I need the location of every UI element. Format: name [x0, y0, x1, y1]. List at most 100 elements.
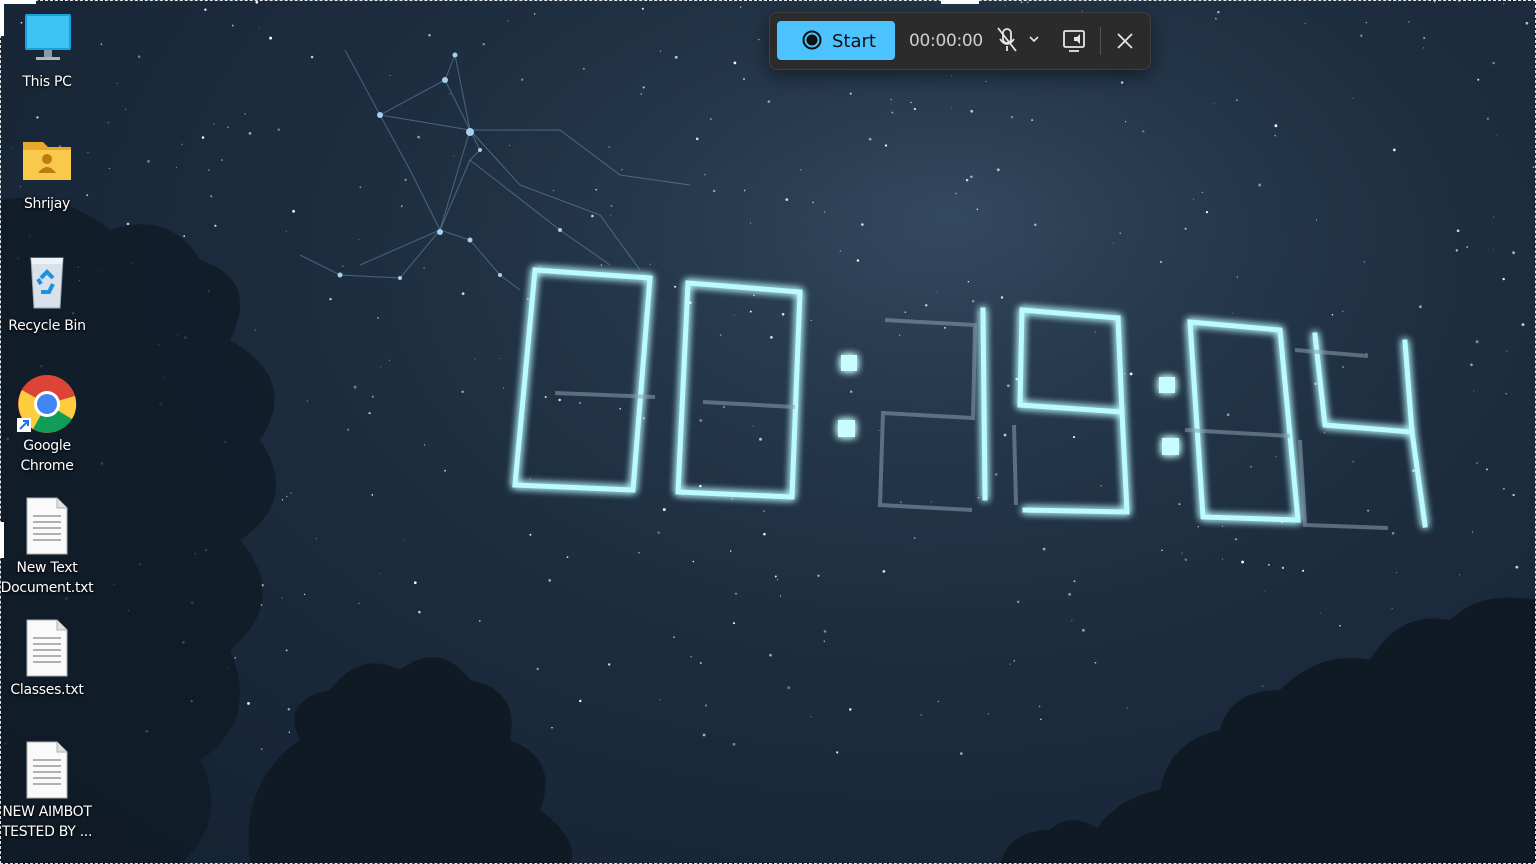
star [621, 168, 623, 171]
star [1486, 117, 1489, 120]
star [539, 265, 541, 267]
desktop-icon-new-text-document[interactable]: New Text Document.txt [0, 496, 94, 598]
star [1408, 21, 1410, 23]
star [371, 395, 374, 398]
star [1124, 373, 1126, 375]
star [600, 264, 603, 266]
star [1262, 685, 1264, 687]
star [558, 398, 561, 402]
star [287, 708, 290, 711]
star [899, 501, 902, 504]
star [812, 201, 814, 204]
star [810, 716, 812, 718]
star [1532, 166, 1535, 169]
star [750, 222, 752, 224]
star [1423, 47, 1424, 49]
selection-handle-top[interactable] [941, 0, 979, 4]
star [849, 92, 852, 95]
star [403, 539, 405, 541]
star [1184, 227, 1187, 230]
star [418, 610, 421, 614]
star [868, 137, 872, 141]
star [380, 366, 382, 368]
star [544, 395, 547, 399]
desktop-icon-user-folder[interactable]: Shrijay [0, 132, 94, 214]
star [763, 510, 765, 512]
star [478, 619, 481, 622]
star [1081, 628, 1085, 632]
star [1193, 198, 1195, 200]
star [657, 531, 660, 534]
star [690, 655, 692, 658]
star [1125, 121, 1127, 123]
star [955, 192, 957, 195]
star [823, 630, 827, 633]
star [1360, 34, 1363, 37]
star [1419, 305, 1422, 309]
desktop-icon-this-pc[interactable]: This PC [0, 10, 94, 92]
microphone-toggle-button[interactable] [992, 23, 1040, 59]
star [1027, 1, 1029, 3]
star [924, 304, 928, 307]
star [1475, 340, 1479, 344]
star [1433, 0, 1436, 3]
star [208, 169, 210, 172]
star [1226, 413, 1230, 417]
star [201, 136, 205, 139]
star [1502, 487, 1505, 490]
star [970, 175, 973, 179]
star [371, 494, 374, 496]
star [1502, 277, 1505, 281]
star [1031, 119, 1034, 122]
star [1178, 503, 1181, 506]
star [619, 408, 621, 410]
desktop-icon-aimbot-txt[interactable]: NEW AIMBOT TESTED BY ... [0, 740, 94, 842]
star [213, 123, 215, 125]
star [1217, 10, 1220, 14]
close-button[interactable] [1107, 23, 1143, 59]
star [378, 572, 380, 574]
star [368, 411, 371, 415]
star [753, 294, 755, 297]
star [692, 560, 695, 563]
desktop-icon-classes-txt[interactable]: Classes.txt [0, 618, 94, 700]
star [1496, 134, 1498, 136]
system-audio-button[interactable] [1056, 23, 1092, 59]
star [770, 336, 773, 339]
star [699, 661, 702, 665]
star [733, 61, 737, 65]
star [1492, 249, 1494, 251]
star [498, 357, 500, 360]
start-recording-button[interactable]: Start [777, 21, 895, 60]
star [1339, 624, 1341, 627]
star [108, 168, 110, 170]
star [1466, 246, 1469, 248]
star [1205, 210, 1209, 214]
close-icon [1117, 33, 1133, 49]
desktop-icon-label: Shrijay [23, 196, 71, 212]
desktop-icon-recycle-bin[interactable]: Recycle Bin [0, 254, 94, 336]
star [482, 43, 485, 46]
star [1470, 363, 1473, 367]
user-folder-icon [17, 132, 77, 192]
star [1234, 538, 1238, 541]
star [1003, 433, 1007, 437]
star [1015, 377, 1019, 381]
star [595, 188, 597, 191]
star [277, 128, 281, 131]
star [1040, 718, 1042, 721]
desktop-icon-google-chrome[interactable]: Google Chrome [0, 374, 94, 476]
star [1473, 390, 1475, 392]
star [247, 701, 250, 705]
star [1009, 663, 1011, 665]
star [910, 101, 912, 104]
star [732, 622, 736, 625]
star [810, 319, 812, 321]
star [358, 239, 360, 241]
star [937, 700, 939, 703]
star [836, 751, 839, 754]
star [781, 313, 785, 316]
star [1126, 707, 1128, 709]
star [662, 508, 666, 512]
star [306, 400, 309, 402]
